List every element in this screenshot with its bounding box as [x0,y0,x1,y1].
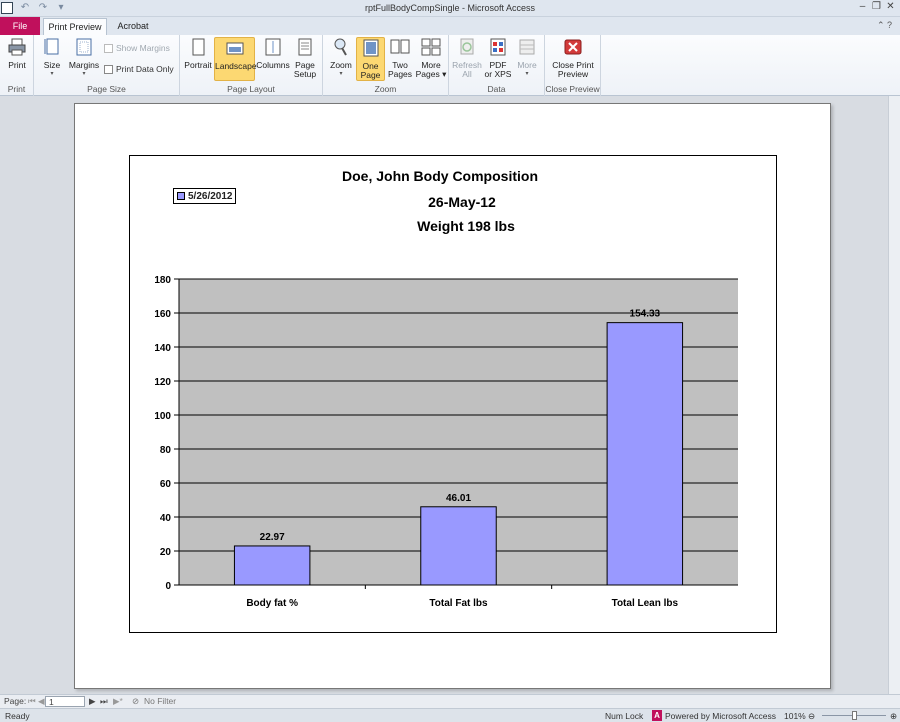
zoom-slider-thumb[interactable] [852,711,857,720]
page-setup-icon [298,38,312,56]
pdf-xps-button[interactable]: PDF or XPS [484,37,512,79]
window-title: rptFullBodyCompSingle - Microsoft Access [364,3,536,13]
group-zoom: Zoom ▾ One Page Two Pages More Pages ▾ Zoom [323,35,449,96]
print-button[interactable]: Print [5,37,29,70]
y-tick-label: 100 [154,411,171,422]
y-tick-label: 20 [160,547,172,558]
report-frame: Doe, John Body Composition 26-May-12 Wei… [129,155,777,633]
page-navigator: Page: ⏮ ◀ 1 ▶ ⏭ ▶* ⊘ No Filter [0,694,900,708]
x-category-label: Body fat % [246,598,298,609]
margins-icon [76,38,92,56]
bar [233,545,311,586]
print-data-only-checkbox[interactable]: Print Data Only [104,64,174,74]
page-setup-button[interactable]: Page Setup [291,37,319,79]
refresh-all-button[interactable]: Refresh All [452,37,482,79]
close-icon[interactable]: ✕ [885,1,896,12]
more-pages-icon [421,38,441,56]
tab-print-preview[interactable]: Print Preview [43,18,107,35]
page-size-icon [44,38,59,55]
magnifier-icon [334,38,347,56]
y-tick-label: 80 [160,445,172,456]
y-tick-label: 120 [154,377,171,388]
ribbon-tabs: File Print Preview Acrobat ⌃ ? [0,17,900,35]
minimize-icon[interactable]: – [857,1,868,12]
zoom-out-icon[interactable]: ⊖ [808,711,815,722]
size-button[interactable]: Size ▾ [40,37,64,79]
landscape-button[interactable]: Landscape [214,37,257,81]
y-tick-label: 0 [165,581,171,592]
portrait-button[interactable]: Portrait [183,37,213,70]
num-lock-indicator: Num Lock [605,711,644,721]
y-tick-label: 160 [154,309,171,320]
margins-button[interactable]: Margins ▾ [68,37,100,79]
page-label: Page: [4,696,27,706]
group-data: Refresh All PDF or XPS More ▾ Data [449,35,545,96]
next-page-icon[interactable]: ▶ [89,696,96,707]
status-ready: Ready [5,711,30,721]
new-page-icon[interactable]: ▶* [113,696,123,707]
title-bar: ↶ ↷ ▾ rptFullBodyCompSingle - Microsoft … [0,0,900,17]
powered-by-text: Powered by Microsoft Access [665,711,777,721]
portrait-icon [192,38,205,56]
bar-data-label: 154.33 [630,309,661,320]
bar-data-label: 46.01 [446,493,471,504]
y-tick-label: 140 [154,343,171,354]
group-page-size: Size ▾ Margins ▾ Show Margins Print Data O… [34,35,180,96]
zoom-button[interactable]: Zoom ▾ [327,37,355,79]
last-page-icon[interactable]: ⏭ [100,696,108,707]
bar [606,322,684,586]
two-pages-icon [390,39,410,54]
window-controls: – ❐ ✕ [857,1,896,12]
more-pages-button[interactable]: More Pages ▾ [415,37,447,79]
tab-file[interactable]: File [0,17,40,35]
restore-icon[interactable]: ❐ [871,1,882,12]
group-page-layout: Portrait Landscape Columns Page Setup Pag… [180,35,323,96]
y-tick-label: 60 [160,479,172,490]
columns-icon [265,38,281,56]
printer-icon [8,38,26,56]
bar [420,506,497,586]
two-pages-button[interactable]: Two Pages [386,37,414,79]
page-number-input[interactable]: 1 [45,696,85,707]
more-data-icon [519,39,535,55]
close-print-preview-button[interactable]: Close Print Preview [548,37,598,79]
print-preview-area: Doe, John Body Composition 26-May-12 Wei… [0,96,900,694]
prev-page-icon[interactable]: ◀ [38,696,45,707]
show-margins-checkbox[interactable]: Show Margins [104,43,170,53]
y-tick-label: 180 [154,275,171,286]
x-category-label: Total Lean lbs [612,598,679,609]
pdf-xps-icon [490,38,506,56]
bar-data-label: 22.97 [260,532,285,543]
group-close-preview: Close Print Preview Close Preview [545,35,601,96]
x-category-label: Total Fat lbs [429,598,488,609]
body-composition-chart: 0 20 40 60 80 100 120 140 160 180 22.97 Body fat % 4… [154,275,738,609]
close-preview-icon [564,39,582,55]
no-filter-indicator[interactable]: No Filter [144,696,176,706]
refresh-icon [460,38,474,55]
columns-button[interactable]: Columns [256,37,290,70]
ribbon: Print Print Size ▾ Margins ▾ Show Margins … [0,35,900,96]
status-bar: Ready Num Lock A Powered by Microsoft Ac… [0,708,900,722]
first-page-icon[interactable]: ⏮ [28,696,36,707]
more-data-button[interactable]: More ▾ [513,37,541,79]
help-icon[interactable]: ⌃ ? [877,20,892,31]
zoom-percent[interactable]: 101% [784,711,806,721]
tab-acrobat[interactable]: Acrobat [110,18,156,35]
filter-icon: ⊘ [132,696,140,706]
access-logo-icon: A [652,710,662,721]
vertical-scrollbar[interactable] [888,96,900,694]
report-page: Doe, John Body Composition 26-May-12 Wei… [74,103,831,689]
zoom-in-icon[interactable]: ⊕ [890,711,897,722]
y-tick-label: 40 [160,513,172,524]
one-page-icon [363,39,378,57]
landscape-icon [226,42,243,55]
one-page-button[interactable]: One Page [356,37,385,81]
group-print: Print Print [0,35,34,96]
